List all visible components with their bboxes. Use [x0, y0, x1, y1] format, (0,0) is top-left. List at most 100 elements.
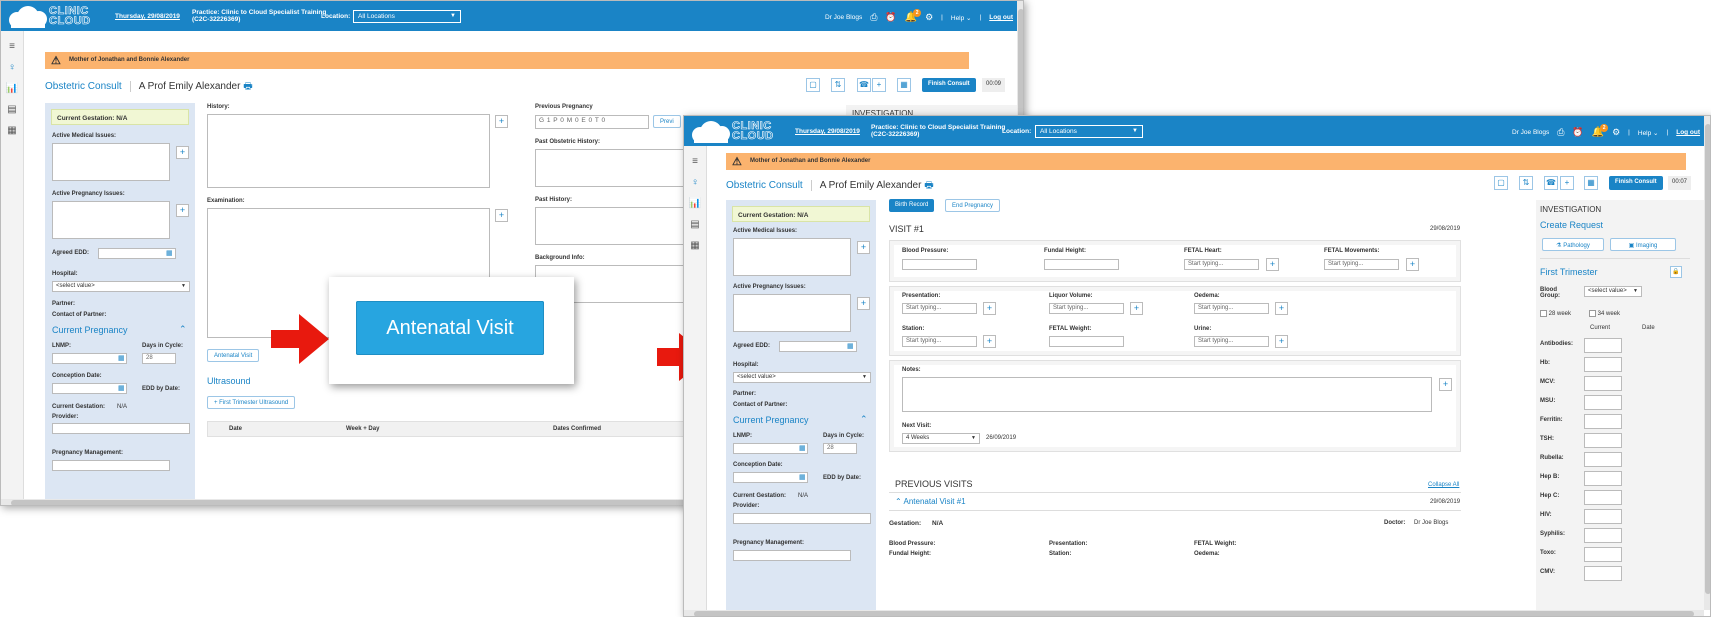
help-menu[interactable]: Help ⌄ — [951, 14, 972, 22]
calendar-icon[interactable]: ▦ — [847, 342, 854, 350]
date-link[interactable]: Thursday, 29/08/2019 — [115, 13, 180, 20]
chart-icon[interactable]: 📊 — [1, 83, 23, 94]
phone-icon[interactable]: ☎ — [1544, 176, 1558, 190]
add-urine-button[interactable]: + — [1275, 335, 1288, 348]
lnmp-input[interactable] — [52, 353, 127, 364]
notes-textarea[interactable] — [902, 377, 1432, 412]
calendar-icon[interactable]: ▦ — [897, 78, 911, 92]
week34-checkbox[interactable]: 34 week — [1589, 310, 1620, 317]
location-select[interactable]: All Locations ▼ — [353, 10, 461, 23]
inbox-icon[interactable]: ⎙ — [870, 12, 877, 23]
print-icon[interactable]: 🖶 — [924, 180, 933, 191]
collapse-all-link[interactable]: Collapse All — [1428, 482, 1459, 488]
test-current-input[interactable] — [1584, 547, 1622, 562]
test-current-input[interactable] — [1584, 338, 1622, 353]
hospital-select[interactable]: <select value> ▼ — [733, 372, 871, 383]
blood-pressure-input[interactable] — [902, 259, 977, 270]
add-examination-button[interactable]: + — [495, 209, 508, 222]
birth-record-button[interactable]: Birth Record — [889, 199, 935, 212]
test-current-input[interactable] — [1584, 433, 1622, 448]
liquor-volume-input[interactable]: Start typing... — [1049, 303, 1124, 314]
end-pregnancy-button[interactable]: End Pregnancy — [945, 199, 1001, 212]
finish-consult-button[interactable]: Finish Consult — [1609, 176, 1663, 190]
add-icon[interactable]: + — [1560, 176, 1574, 190]
add-liquor-volume-button[interactable]: + — [1130, 302, 1143, 315]
week28-checkbox[interactable]: 28 week — [1540, 310, 1571, 317]
bell-icon[interactable]: 🔔 2 — [1592, 124, 1609, 138]
history-textarea[interactable] — [207, 114, 490, 188]
chevron-up-icon[interactable]: ⌃ — [179, 324, 187, 335]
logout-link[interactable]: Log out — [1676, 129, 1700, 136]
calendar-icon[interactable]: ▦ — [799, 444, 806, 452]
first-trimester-ultrasound-button[interactable]: + First Trimester Ultrasound — [207, 396, 296, 409]
calendar-icon[interactable]: ▦ — [118, 354, 125, 362]
inbox-icon[interactable]: ⎙ — [1557, 127, 1564, 138]
pregnancy-management-input[interactable] — [52, 460, 170, 471]
antenatal-visit-button[interactable]: Antenatal Visit — [356, 301, 544, 355]
logout-link[interactable]: Log out — [989, 14, 1013, 21]
billing-icon[interactable]: ▦ — [1, 125, 23, 136]
help-menu[interactable]: Help ⌄ — [1638, 129, 1659, 137]
agreed-edd-input[interactable] — [98, 248, 176, 259]
add-station-button[interactable]: + — [983, 335, 996, 348]
add-fetal-movements-button[interactable]: + — [1406, 258, 1419, 271]
antenatal-visit-1-toggle[interactable]: ⌃ Antenatal Visit #1 — [895, 497, 966, 506]
conception-input[interactable] — [733, 472, 808, 483]
id-card-icon[interactable]: ▤ — [1, 104, 23, 115]
add-oedema-button[interactable]: + — [1275, 302, 1288, 315]
urine-input[interactable]: Start typing... — [1194, 336, 1269, 347]
location-select[interactable]: All Locations ▼ — [1035, 125, 1143, 138]
add-medical-issue-button[interactable]: + — [176, 146, 189, 159]
days-cycle-input[interactable]: 28 — [142, 353, 176, 364]
fetal-movements-input[interactable]: Start typing... — [1324, 259, 1399, 270]
active-medical-textarea[interactable] — [52, 143, 170, 181]
lnmp-input[interactable] — [733, 443, 808, 454]
fetal-weight-input[interactable] — [1049, 336, 1124, 347]
sort-icon[interactable]: ⇅ — [831, 78, 845, 92]
add-fetal-heart-button[interactable]: + — [1266, 258, 1279, 271]
horizontal-scrollbar[interactable] — [684, 610, 1704, 616]
fundal-height-input[interactable] — [1044, 259, 1119, 270]
current-pregnancy-header[interactable]: Current Pregnancy — [733, 415, 809, 425]
menu-icon[interactable]: ≡ — [684, 156, 706, 167]
imaging-button[interactable]: ▣ Imaging — [1610, 238, 1676, 251]
print-icon[interactable]: 🖶 — [243, 81, 252, 92]
chart-icon[interactable]: 📊 — [684, 198, 706, 209]
pregnancy-icon[interactable]: ♀ — [1, 62, 23, 73]
menu-icon[interactable]: ≡ — [1, 41, 23, 52]
alarm-icon[interactable]: ⏰ — [1572, 127, 1583, 138]
provider-input[interactable] — [52, 423, 190, 434]
pregnancy-management-input[interactable] — [733, 550, 851, 561]
calendar-icon[interactable]: ▦ — [166, 249, 173, 257]
add-medical-issue-button[interactable]: + — [857, 241, 870, 254]
alarm-icon[interactable]: ⏰ — [885, 12, 896, 23]
active-pregnancy-textarea[interactable] — [733, 294, 851, 332]
provider-input[interactable] — [733, 513, 871, 524]
test-current-input[interactable] — [1584, 528, 1622, 543]
days-cycle-input[interactable]: 28 — [823, 443, 857, 454]
vertical-scrollbar[interactable] — [1704, 116, 1710, 610]
billing-icon[interactable]: ▦ — [684, 240, 706, 251]
gear-icon[interactable]: ⚙ — [925, 12, 933, 23]
test-current-input[interactable] — [1584, 452, 1622, 467]
test-current-input[interactable] — [1584, 357, 1622, 372]
oedema-input[interactable]: Start typing... — [1194, 303, 1269, 314]
patient-name[interactable]: A Prof Emily Alexander — [810, 180, 922, 191]
fetal-heart-input[interactable]: Start typing... — [1184, 259, 1259, 270]
add-pregnancy-issue-button[interactable]: + — [176, 204, 189, 217]
active-medical-textarea[interactable] — [733, 238, 851, 276]
add-history-button[interactable]: + — [495, 115, 508, 128]
pathology-button[interactable]: ⚗ Pathology — [1542, 238, 1604, 251]
sort-icon[interactable]: ⇅ — [1519, 176, 1533, 190]
agreed-edd-input[interactable] — [779, 341, 857, 352]
calendar-icon[interactable]: ▦ — [118, 384, 125, 392]
patient-name[interactable]: A Prof Emily Alexander — [129, 81, 241, 92]
test-current-input[interactable] — [1584, 509, 1622, 524]
add-pregnancy-issue-button[interactable]: + — [857, 297, 870, 310]
gear-icon[interactable]: ⚙ — [1612, 127, 1620, 138]
conception-input[interactable] — [52, 383, 127, 394]
user-name[interactable]: Dr Joe Blogs — [1512, 129, 1549, 136]
lock-icon[interactable]: 🔒 — [1670, 266, 1682, 278]
add-notes-button[interactable]: + — [1439, 378, 1452, 391]
calendar-icon[interactable]: ▦ — [799, 473, 806, 481]
